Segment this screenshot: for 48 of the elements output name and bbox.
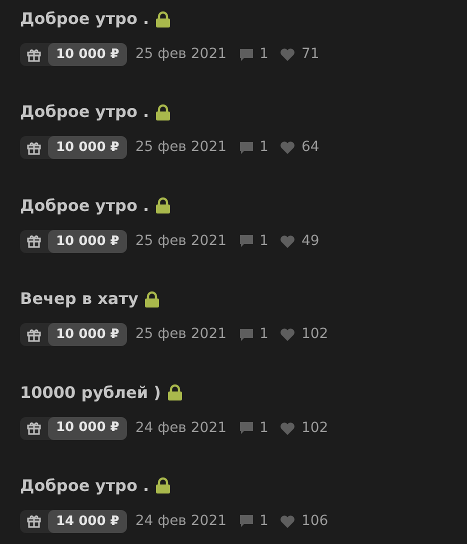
like-count: 49: [301, 232, 320, 251]
heart-icon: [280, 328, 296, 342]
comment-count: 1: [260, 45, 268, 64]
gift-icon: [27, 328, 41, 342]
like-count: 102: [301, 418, 328, 438]
price-badge: 10 000 ₽: [48, 230, 128, 253]
gift-icon: [27, 234, 41, 248]
heart-icon: [280, 48, 296, 61]
post-title[interactable]: Вечер в хату: [20, 287, 138, 312]
gift-icon: [27, 421, 41, 436]
post-date: 25 фев 2021: [135, 325, 227, 344]
post-date: 25 фев 2021: [135, 232, 227, 251]
post-title[interactable]: Доброе утро .: [20, 100, 150, 124]
post-title[interactable]: Доброе утро .: [20, 7, 150, 31]
price-badge: 10 000 ₽: [48, 136, 128, 160]
comment-icon: [238, 328, 254, 342]
like-count: 102: [301, 325, 328, 344]
post-date: 24 фев 2021: [135, 418, 227, 438]
comment-icon: [238, 421, 254, 436]
post-title[interactable]: 10000 рублей ): [20, 380, 161, 405]
price-badge: 10 000 ₽: [48, 416, 128, 440]
like-count: 71: [301, 45, 320, 64]
gift-icon: [27, 514, 41, 528]
price-badge: 14 000 ₽: [48, 510, 128, 533]
heart-icon: [280, 141, 296, 154]
comment-count: 1: [260, 232, 268, 251]
comment-count: 1: [260, 418, 268, 438]
comment-count: 1: [260, 138, 268, 158]
gift-icon: [27, 48, 41, 62]
comment-icon: [238, 234, 254, 248]
like-count: 64: [301, 138, 320, 158]
price-badge: 10 000 ₽: [48, 43, 128, 66]
heart-icon: [280, 234, 296, 248]
post-date: 25 фев 2021: [135, 45, 227, 64]
post-date: 24 фев 2021: [135, 512, 227, 531]
comment-count: 1: [260, 512, 268, 531]
post-title[interactable]: Доброе утро .: [20, 474, 150, 498]
heart-icon: [280, 422, 296, 435]
comment-count: 1: [260, 325, 268, 344]
comment-icon: [238, 48, 254, 62]
comment-icon: [238, 514, 254, 528]
price-badge: 10 000 ₽: [48, 323, 128, 346]
like-count: 106: [301, 512, 328, 531]
post-title[interactable]: Доброе утро .: [20, 194, 150, 218]
post-date: 25 фев 2021: [135, 138, 227, 158]
comment-icon: [238, 140, 254, 155]
gift-icon: [27, 140, 41, 155]
heart-icon: [280, 514, 296, 528]
